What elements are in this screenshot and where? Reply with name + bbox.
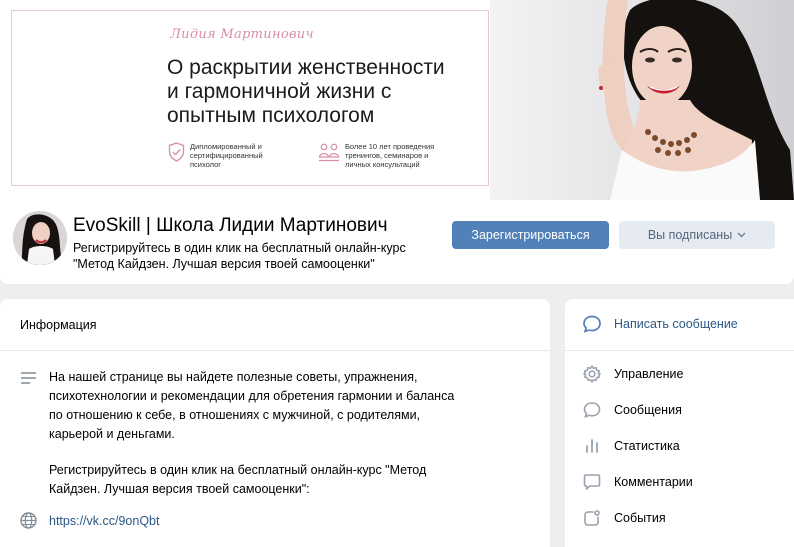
write-message-button[interactable]: Написать сообщение — [565, 308, 794, 340]
community-header-card: Лидия Мартинович О раскрытии женственнос… — [0, 0, 794, 284]
description-line: Регистрируйтесь в один клик на бесплатны… — [49, 463, 427, 477]
message-bubble-icon — [582, 314, 602, 334]
subscribed-button-label: Вы подписаны — [647, 228, 733, 242]
globe-icon — [20, 512, 37, 534]
cover-feature-text: Дипломированный и — [190, 142, 262, 151]
description-icon — [21, 371, 36, 389]
side-item-label: Управление — [614, 367, 684, 381]
side-item-label: События — [614, 511, 666, 525]
community-status: Регистрируйтесь в один клик на бесплатны… — [73, 240, 443, 272]
cover-feature-diploma: Дипломированный и сертифицированный псих… — [168, 142, 263, 169]
side-item-manage[interactable]: Управление — [565, 358, 794, 390]
info-title: Информация — [0, 299, 550, 351]
cover-feature-text: Более 10 лет проведения — [345, 142, 435, 151]
cover-feature-text: тренингов, семинаров и — [345, 151, 429, 160]
cover-feature-text: сертифицированный — [190, 151, 263, 160]
people-icon — [318, 143, 340, 162]
cover-feature-text: личных консультаций — [345, 160, 420, 169]
description-line: карьерой и деньгами. — [49, 427, 175, 441]
cover-headline-line: опытным психологом — [167, 104, 375, 127]
side-menu: Написать сообщение Управление Сообщения — [565, 299, 794, 547]
website-link[interactable]: https://vk.cc/9onQbt — [49, 514, 159, 528]
description-line: по отношению к себе, в отношениях с мужч… — [49, 408, 421, 422]
gear-icon — [582, 364, 602, 384]
cover-feature-text: психолог — [190, 160, 222, 169]
side-item-comments[interactable]: Комментарии — [565, 466, 794, 498]
message-icon — [582, 400, 602, 420]
description-line: Кайдзен. Лучшая версия твоей самооценки"… — [49, 482, 310, 496]
community-status-line: "Метод Кайдзен. Лучшая версия твоей само… — [73, 257, 375, 271]
shield-check-icon — [168, 142, 185, 162]
description-line: На нашей странице вы найдете полезные со… — [49, 370, 418, 384]
description-line: психотехнологии и рекомендации для обрет… — [49, 389, 455, 403]
community-title: EvoSkill | Школа Лидии Мартинович — [73, 215, 388, 236]
side-item-events[interactable]: События — [565, 502, 794, 534]
comment-icon — [582, 472, 602, 492]
side-item-label: Комментарии — [614, 475, 693, 489]
cover-name: Лидия Мартинович — [170, 27, 314, 42]
info-card: Информация На нашей странице вы найдете … — [0, 299, 550, 547]
community-avatar[interactable] — [13, 211, 67, 265]
cover-headline-line: и гармоничной жизни с — [167, 80, 392, 103]
side-menu-divider — [565, 350, 794, 351]
cover-headline: О раскрытии женственности и гармоничной … — [167, 56, 487, 128]
side-item-label: Сообщения — [614, 403, 682, 417]
stats-icon — [582, 436, 602, 456]
subscribed-button[interactable]: Вы подписаны — [619, 221, 775, 249]
cover-photo — [490, 0, 794, 200]
cover-banner: Лидия Мартинович О раскрытии женственнос… — [0, 0, 794, 200]
side-item-label: Статистика — [614, 439, 680, 453]
chevron-down-icon — [737, 232, 746, 238]
write-message-label: Написать сообщение — [614, 317, 738, 331]
side-item-stats[interactable]: Статистика — [565, 430, 794, 462]
community-status-line: Регистрируйтесь в один клик на бесплатны… — [73, 241, 406, 255]
cover-feature-experience: Более 10 лет проведения тренингов, семин… — [318, 142, 434, 169]
register-button[interactable]: Зарегистрироваться — [452, 221, 609, 249]
events-icon — [582, 508, 602, 528]
cover-headline-line: О раскрытии женственности — [167, 56, 445, 79]
community-description: На нашей странице вы найдете полезные со… — [49, 368, 454, 499]
side-item-messages[interactable]: Сообщения — [565, 394, 794, 426]
